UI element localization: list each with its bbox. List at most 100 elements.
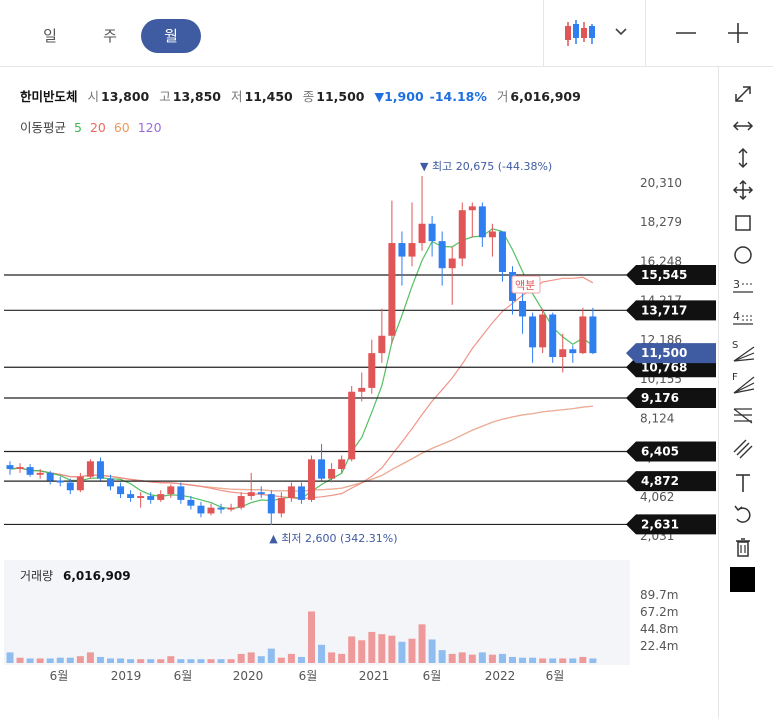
- text-tool-icon[interactable]: [729, 469, 757, 497]
- volume-bar: [539, 658, 547, 663]
- svg-text:S: S: [732, 340, 738, 351]
- price-level-label: 13,717: [641, 303, 687, 317]
- volume-bar: [297, 656, 305, 663]
- fibonacci-fan-icon[interactable]: F: [729, 369, 757, 397]
- current-price-label: 11,500: [641, 346, 687, 360]
- horizontal-arrows-icon[interactable]: [729, 112, 757, 140]
- candle-body: [388, 243, 396, 336]
- volume-bar: [247, 652, 255, 663]
- volume-bar: [519, 657, 527, 663]
- divider: [543, 0, 544, 66]
- candle-body: [297, 486, 305, 500]
- candle-body: [539, 314, 547, 348]
- volume-title: 거래량: [20, 569, 53, 583]
- x-tick-label: 6월: [174, 669, 193, 683]
- price-chart[interactable]: 20,31018,27916,24814,21712,18610,1558,12…: [0, 66, 718, 718]
- volume-bar: [559, 658, 567, 663]
- volume-bar: [398, 641, 406, 663]
- zoom-out-button[interactable]: [664, 12, 710, 54]
- candle-body: [318, 459, 326, 479]
- candle-body: [358, 387, 366, 392]
- volume-bar: [428, 639, 436, 663]
- volume-bar: [328, 652, 336, 663]
- candle-body: [448, 258, 456, 269]
- vertical-arrows-icon[interactable]: [729, 144, 757, 172]
- volume-bar: [197, 659, 205, 663]
- price-level-label: 4,872: [641, 474, 679, 488]
- four-wave-icon[interactable]: 4: [729, 305, 757, 333]
- candle-body: [519, 300, 527, 317]
- top-toolbar: 일 주 월: [0, 0, 773, 67]
- candle-body: [478, 206, 486, 238]
- candle-body: [589, 316, 597, 354]
- candle-body: [16, 467, 24, 470]
- candle-body: [569, 349, 577, 354]
- volume-value: 6,016,909: [63, 569, 131, 583]
- volume-bar: [579, 656, 587, 663]
- volume-bar: [438, 650, 446, 663]
- tab-week[interactable]: 주: [80, 19, 140, 53]
- candle-body: [328, 469, 336, 479]
- candle-body: [197, 505, 205, 514]
- volume-bar: [86, 652, 94, 663]
- move-icon[interactable]: [729, 176, 757, 204]
- candle-body: [117, 486, 125, 495]
- candle-body: [107, 478, 114, 487]
- candle-body: [378, 335, 386, 354]
- price-level-label: 2,631: [641, 517, 679, 531]
- color-swatch[interactable]: [730, 567, 755, 592]
- tab-month[interactable]: 월: [141, 19, 201, 53]
- volume-bar: [388, 635, 396, 663]
- candle-body: [398, 243, 406, 257]
- parallel-lines-icon[interactable]: [729, 433, 757, 461]
- volume-bar: [308, 611, 315, 663]
- volume-bar: [177, 659, 185, 663]
- volume-bar: [338, 653, 346, 663]
- volume-bar: [46, 658, 54, 663]
- trash-icon[interactable]: [729, 533, 757, 561]
- price-level-label: 15,545: [641, 268, 687, 282]
- candle-body: [468, 206, 476, 211]
- volume-bar: [36, 658, 44, 663]
- volume-bar: [468, 654, 476, 663]
- volume-bar: [107, 658, 114, 663]
- candle-body: [579, 316, 587, 354]
- candle-body: [559, 349, 567, 357]
- min-price-annotation: ▲ 최저 2,600 (342.31%): [269, 532, 397, 545]
- candle-body: [308, 459, 315, 500]
- volume-tick-label: 44.8m: [640, 622, 678, 636]
- candle-body: [227, 507, 235, 510]
- volume-bar: [6, 652, 14, 663]
- svg-text:F: F: [732, 372, 738, 383]
- three-wave-icon[interactable]: 3: [729, 273, 757, 301]
- undo-icon[interactable]: [729, 501, 757, 529]
- rectangle-icon[interactable]: [729, 209, 757, 237]
- candle-body: [257, 492, 265, 495]
- zoom-in-button[interactable]: [716, 12, 762, 54]
- candlestick-chart-icon[interactable]: [556, 12, 602, 54]
- volume-bar: [187, 659, 195, 663]
- expand-diagonal-icon[interactable]: [729, 80, 757, 108]
- candle-body: [177, 486, 185, 500]
- candle-body: [418, 223, 426, 244]
- volume-bar: [549, 658, 557, 663]
- regression-channel-icon[interactable]: [729, 401, 757, 429]
- candle-body: [6, 465, 14, 470]
- tab-day[interactable]: 일: [20, 19, 80, 53]
- volume-bar: [26, 658, 34, 663]
- volume-bar: [66, 657, 74, 663]
- volume-bar: [348, 636, 356, 663]
- candle-body: [26, 467, 34, 475]
- candle-body: [549, 314, 557, 357]
- x-tick-label: 6월: [299, 669, 318, 683]
- y-tick-label: 8,124: [640, 411, 674, 425]
- speed-fan-icon[interactable]: S: [729, 337, 757, 365]
- candle-body: [46, 472, 54, 481]
- candle-body: [458, 210, 466, 259]
- candle-body: [488, 231, 496, 238]
- chevron-down-icon[interactable]: [606, 12, 652, 54]
- volume-bar: [378, 634, 386, 663]
- circle-icon[interactable]: [729, 241, 757, 269]
- volume-bar: [488, 654, 496, 663]
- x-tick-label: 6월: [423, 669, 442, 683]
